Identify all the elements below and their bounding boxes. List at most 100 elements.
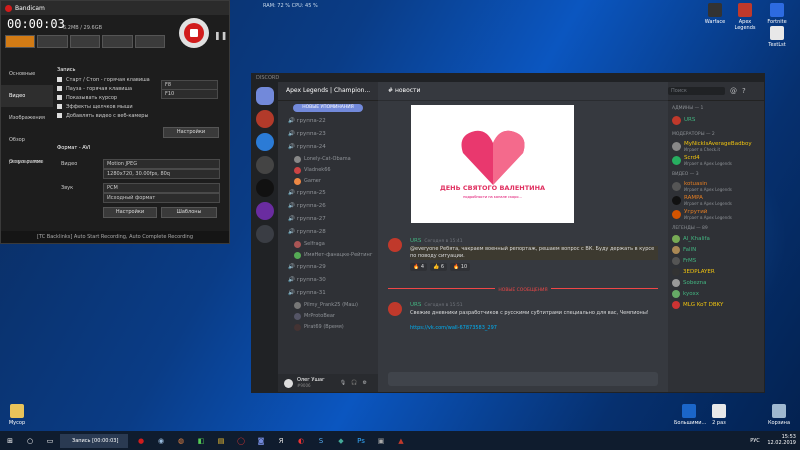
desktop-icon-recycle-bin[interactable]: Корзина (764, 404, 794, 426)
voice-user[interactable]: MrProtoBear (278, 311, 378, 322)
member-item[interactable]: URS (668, 113, 764, 127)
voice-user[interactable]: ИмяНет-фанацке-Рейтинг (278, 250, 378, 261)
app-icon[interactable]: ◆ (334, 434, 348, 448)
voice-channel[interactable]: 🔊 группа-28 (278, 226, 378, 239)
hotkey-pause-field[interactable]: F10 (161, 89, 218, 99)
server-icon-blue[interactable] (256, 133, 274, 151)
record-stop-button[interactable] (179, 18, 209, 48)
steam-icon[interactable]: ◉ (154, 434, 168, 448)
voice-channel[interactable]: 🔊 группа-26 (278, 200, 378, 213)
cheat-engine-icon[interactable]: ◧ (194, 434, 208, 448)
sidebar-item-general[interactable]: Основные (1, 63, 53, 85)
explorer-icon[interactable]: ▤ (214, 434, 228, 448)
apex-taskbar-icon[interactable]: ▲ (394, 434, 408, 448)
desktop-icon-warface[interactable]: Warface (700, 3, 730, 25)
reaction[interactable]: 🔥 4 (410, 263, 428, 271)
discord-home-icon[interactable] (256, 87, 274, 105)
settings-gear-icon[interactable]: ⚙ (363, 380, 372, 386)
origin-icon[interactable]: ◍ (174, 434, 188, 448)
message-link[interactable]: https://vk.com/wall-67873583_297 (410, 325, 658, 331)
sidebar-item-images[interactable]: Изображения (1, 107, 53, 129)
member-item[interactable]: MyNickIsAverageBadboy Играет в Check.it (668, 139, 764, 153)
browser-icon[interactable]: ◐ (294, 434, 308, 448)
window-icon[interactable]: ▣ (374, 434, 388, 448)
valentine-banner-image[interactable]: ДЕНЬ СВЯТОГО ВАЛЕНТИНА подробности на ка… (411, 105, 574, 223)
search-icon[interactable]: ○ (23, 434, 37, 448)
desktop-icon-trash-folder[interactable]: Мусор (2, 404, 32, 426)
game-mode-button[interactable] (5, 35, 36, 48)
checkbox[interactable] (57, 86, 62, 91)
screen-mode-button[interactable] (37, 35, 68, 48)
server-icon-purple[interactable] (256, 202, 274, 220)
voice-channel[interactable]: 🔊 группа-25 (278, 187, 378, 200)
voice-channel[interactable]: 🔊 группа-23 (278, 128, 378, 141)
message-author[interactable]: URS (410, 238, 421, 244)
member-item[interactable]: FrMS (668, 255, 764, 266)
server-icon-apex[interactable] (256, 110, 274, 128)
audio-format-field[interactable]: Исходный формат (103, 193, 220, 203)
taskbar-bandicam-task[interactable]: Запись [00:00:03] (60, 433, 128, 448)
system-tray[interactable]: РУС 15:53 12.02.2019 (750, 434, 796, 446)
headphones-icon[interactable]: 🎧 (351, 380, 362, 386)
voice-channel[interactable]: 🔊 группа-27 (278, 213, 378, 226)
new-mentions-pill[interactable]: НОВЫЕ УПОМИНАНИЯ (293, 104, 363, 112)
video-params-field[interactable]: 1280x720, 30.00fps, 80q (103, 169, 220, 179)
voice-channel[interactable]: 🔊 группа-30 (278, 274, 378, 287)
sidebar-item-video[interactable]: Видео (1, 85, 53, 107)
mention-icon[interactable]: @ (730, 87, 737, 95)
search-input[interactable]: Поиск (668, 87, 725, 95)
voice-user[interactable]: Lonely-Cat-Obama (278, 154, 378, 165)
message-input[interactable] (388, 372, 658, 386)
sidebar-item-output[interactable]: Обзор результатов (1, 129, 53, 165)
voice-channel[interactable]: 🔊 группа-22 (278, 115, 378, 128)
voice-user[interactable]: Pilmy_Prank25 (Маш) (278, 300, 378, 311)
voice-user[interactable]: Gamer (278, 176, 378, 187)
photoshop-icon[interactable]: Ps (354, 434, 368, 448)
templates-button[interactable]: Шаблоны (161, 207, 217, 218)
desktop-icon-large[interactable]: Большими... (674, 404, 706, 426)
voice-user[interactable]: Vladnek66 (278, 165, 378, 176)
member-item[interactable]: FallN (668, 244, 764, 255)
checkbox[interactable] (57, 95, 62, 100)
task-view-icon[interactable]: ▭ (43, 434, 57, 448)
format-settings-button[interactable]: Настройки (103, 207, 157, 218)
reaction[interactable]: 🔥 10 (450, 263, 471, 271)
yandex-icon[interactable]: Я (274, 434, 288, 448)
server-name-header[interactable]: Apex Legends | Champion... (278, 82, 378, 101)
help-icon[interactable]: ? (742, 87, 746, 95)
reaction[interactable]: 👍 6 (430, 263, 448, 271)
server-icon-dark[interactable] (256, 156, 274, 174)
folder-button[interactable] (102, 35, 133, 48)
desktop-icon-2raz[interactable]: 2 раз (704, 404, 734, 426)
desktop-icon-apex[interactable]: Apex Legends (730, 3, 760, 31)
server-icon-black[interactable] (256, 179, 274, 197)
desktop-icon-textlst[interactable]: TextLst (762, 26, 792, 48)
member-item[interactable]: 3EDPLAYER (668, 266, 764, 277)
clock[interactable]: 15:53 12.02.2019 (767, 434, 796, 446)
checkbox[interactable] (57, 104, 62, 109)
pause-button[interactable]: ❚❚ (214, 31, 227, 40)
video-codec-field[interactable]: Motion JPEG (103, 159, 220, 169)
sidebar-item-about[interactable]: О программе (1, 151, 53, 173)
checkbox[interactable] (57, 77, 62, 82)
member-item[interactable]: RAMPA Играет в Apex Legends (668, 193, 764, 207)
language-indicator[interactable]: РУС (750, 438, 760, 444)
voice-channel[interactable]: 🔊 группа-24 (278, 141, 378, 154)
member-item[interactable]: Угрутий Играет в Apex Legends (668, 207, 764, 221)
start-button[interactable]: ⊞ (3, 434, 17, 448)
checkbox[interactable] (57, 113, 62, 118)
member-item[interactable]: kyoxx (668, 288, 764, 299)
audio-codec-field[interactable]: PCM (103, 183, 220, 193)
discord-icon[interactable]: ◙ (254, 434, 268, 448)
message-author[interactable]: URS (410, 302, 421, 308)
voice-user[interactable]: Pirat69 (Время) (278, 322, 378, 333)
desktop-icon-fortnite[interactable]: Fortnite (762, 3, 792, 25)
member-item[interactable]: kotuasin Играет в Apex Legends (668, 179, 764, 193)
voice-user[interactable]: Selfraga (278, 239, 378, 250)
device-mode-button[interactable] (69, 35, 101, 48)
member-item[interactable]: Scrd4 Играет в Apex Legends (668, 153, 764, 167)
member-item[interactable]: MLG KoT DBKY (668, 299, 764, 310)
mic-icon[interactable]: 🎙 (340, 380, 351, 386)
settings-button[interactable]: Настройки (163, 127, 219, 138)
member-item[interactable]: Al_Khalifa (668, 233, 764, 244)
